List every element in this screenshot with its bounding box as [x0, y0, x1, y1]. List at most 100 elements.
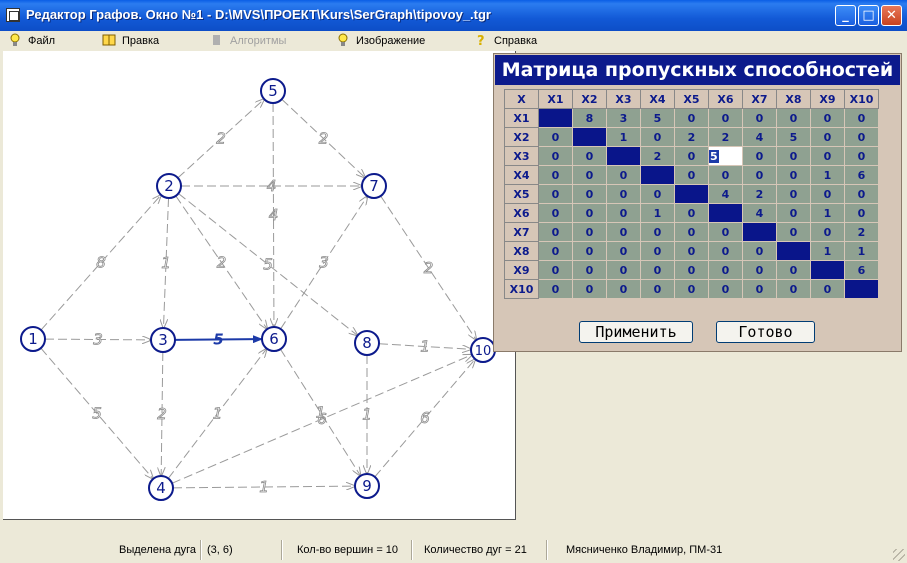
menu-algorithms[interactable]: Алгоритмы	[210, 33, 286, 49]
matrix-cell[interactable]: 1	[640, 203, 675, 223]
close-button[interactable]: ✕	[881, 5, 902, 26]
matrix-cell[interactable]: 0	[674, 108, 709, 128]
matrix-cell[interactable]: 0	[844, 203, 879, 223]
matrix-cell[interactable]: 0	[606, 241, 641, 261]
matrix-cell[interactable]: 0	[844, 127, 879, 147]
matrix-cell[interactable]: 0	[640, 184, 675, 204]
matrix-cell[interactable]: 0	[640, 260, 675, 280]
matrix-cell[interactable]: 1	[810, 241, 845, 261]
matrix-cell[interactable]: 0	[742, 241, 777, 261]
matrix-cell[interactable]: 0	[640, 127, 675, 147]
matrix-cell[interactable]: 0	[606, 184, 641, 204]
matrix-cell[interactable]: 0	[538, 184, 573, 204]
matrix-cell[interactable]: 0	[674, 146, 709, 166]
matrix-cell[interactable]: 0	[606, 222, 641, 242]
matrix-cell[interactable]: 0	[742, 260, 777, 280]
menu-help[interactable]: ? Справка	[474, 33, 537, 49]
matrix-cell[interactable]: 2	[674, 127, 709, 147]
matrix-cell[interactable]: 0	[606, 260, 641, 280]
matrix-cell[interactable]: 0	[844, 146, 879, 166]
matrix-diagonal-cell[interactable]	[810, 260, 845, 280]
matrix-cell[interactable]: 1	[606, 127, 641, 147]
matrix-cell[interactable]: 0	[572, 165, 607, 185]
matrix-diagonal-cell[interactable]	[606, 146, 641, 166]
matrix-cell[interactable]: 0	[776, 203, 811, 223]
matrix-cell[interactable]: 0	[572, 146, 607, 166]
matrix-cell[interactable]: 0	[810, 279, 845, 299]
graph-drawing[interactable]: 835122452511642312116 12345678910	[3, 51, 515, 519]
matrix-diagonal-cell[interactable]	[538, 108, 573, 128]
maximize-button[interactable]: □	[858, 5, 879, 26]
matrix-cell[interactable]: 0	[810, 108, 845, 128]
matrix-cell[interactable]: 4	[742, 127, 777, 147]
matrix-cell[interactable]: 0	[572, 203, 607, 223]
matrix-cell[interactable]: 0	[674, 203, 709, 223]
matrix-cell[interactable]: 0	[572, 184, 607, 204]
matrix-cell[interactable]: 6	[844, 260, 879, 280]
resize-grip[interactable]	[893, 549, 905, 561]
matrix-cell[interactable]: 0	[572, 260, 607, 280]
matrix-cell[interactable]: 0	[674, 260, 709, 280]
app-icon[interactable]	[6, 8, 20, 22]
matrix-cell[interactable]: 0	[708, 260, 743, 280]
matrix-diagonal-cell[interactable]	[742, 222, 777, 242]
matrix-cell[interactable]: 0	[708, 108, 743, 128]
matrix-cell[interactable]: 0	[538, 260, 573, 280]
graph-canvas[interactable]: 835122452511642312116 1 2 3 4 5 6 7 8 9 10	[3, 51, 516, 520]
matrix-cell[interactable]: 5	[640, 108, 675, 128]
matrix-cell[interactable]: 2	[742, 184, 777, 204]
matrix-cell[interactable]: 0	[776, 279, 811, 299]
matrix-diagonal-cell[interactable]	[776, 241, 811, 261]
matrix-cell[interactable]: 0	[674, 222, 709, 242]
matrix-cell[interactable]: 0	[538, 203, 573, 223]
matrix-cell[interactable]: 0	[538, 241, 573, 261]
matrix-cell[interactable]: 0	[776, 146, 811, 166]
matrix-cell[interactable]: 2	[708, 127, 743, 147]
matrix-cell[interactable]: 1	[810, 203, 845, 223]
matrix-diagonal-cell[interactable]	[708, 203, 743, 223]
matrix-cell[interactable]: 0	[742, 165, 777, 185]
matrix-cell[interactable]: 0	[640, 241, 675, 261]
matrix-diagonal-cell[interactable]	[572, 127, 607, 147]
matrix-cell[interactable]: 0	[674, 279, 709, 299]
matrix-cell[interactable]: 0	[538, 165, 573, 185]
matrix-cell[interactable]: 0	[640, 222, 675, 242]
matrix-cell[interactable]: 0	[606, 203, 641, 223]
matrix-cell[interactable]: 0	[742, 108, 777, 128]
matrix-cell[interactable]: 0	[776, 184, 811, 204]
matrix-cell[interactable]: 0	[742, 279, 777, 299]
matrix-cell[interactable]: 0	[810, 146, 845, 166]
matrix-cell[interactable]: 0	[708, 165, 743, 185]
matrix-cell[interactable]: 0	[810, 184, 845, 204]
matrix-cell[interactable]: 0	[776, 165, 811, 185]
matrix-cell[interactable]: 0	[810, 222, 845, 242]
matrix-diagonal-cell[interactable]	[844, 279, 879, 299]
matrix-cell[interactable]: 2	[844, 222, 879, 242]
matrix-cell[interactable]: 0	[640, 279, 675, 299]
menu-edit[interactable]: Правка	[102, 33, 159, 49]
matrix-diagonal-cell[interactable]	[674, 184, 709, 204]
matrix-cell[interactable]: 1	[810, 165, 845, 185]
matrix-cell[interactable]: 0	[776, 260, 811, 280]
matrix-cell[interactable]: 0	[538, 222, 573, 242]
matrix-cell[interactable]: 0	[708, 241, 743, 261]
menu-image[interactable]: Изображение	[336, 33, 425, 49]
matrix-cell[interactable]: 0	[708, 222, 743, 242]
matrix-cell[interactable]: 1	[844, 241, 879, 261]
matrix-cell[interactable]: 0	[572, 241, 607, 261]
matrix-cell[interactable]: 0	[776, 222, 811, 242]
menu-file[interactable]: Файл	[8, 33, 55, 49]
matrix-cell[interactable]: 0	[572, 222, 607, 242]
matrix-cell[interactable]: 0	[538, 279, 573, 299]
matrix-cell[interactable]: 0	[844, 108, 879, 128]
matrix-cell[interactable]: 0	[742, 146, 777, 166]
matrix-cell[interactable]: 0	[844, 184, 879, 204]
matrix-cell[interactable]: 0	[674, 241, 709, 261]
minimize-button[interactable]: _	[835, 5, 856, 26]
matrix-cell[interactable]: 6	[844, 165, 879, 185]
matrix-cell[interactable]: 0	[708, 279, 743, 299]
matrix-cell-editor[interactable]: 5	[708, 146, 743, 166]
matrix-cell[interactable]: 0	[606, 165, 641, 185]
matrix-cell[interactable]: 4	[708, 184, 743, 204]
done-button[interactable]: Готово	[716, 321, 815, 343]
